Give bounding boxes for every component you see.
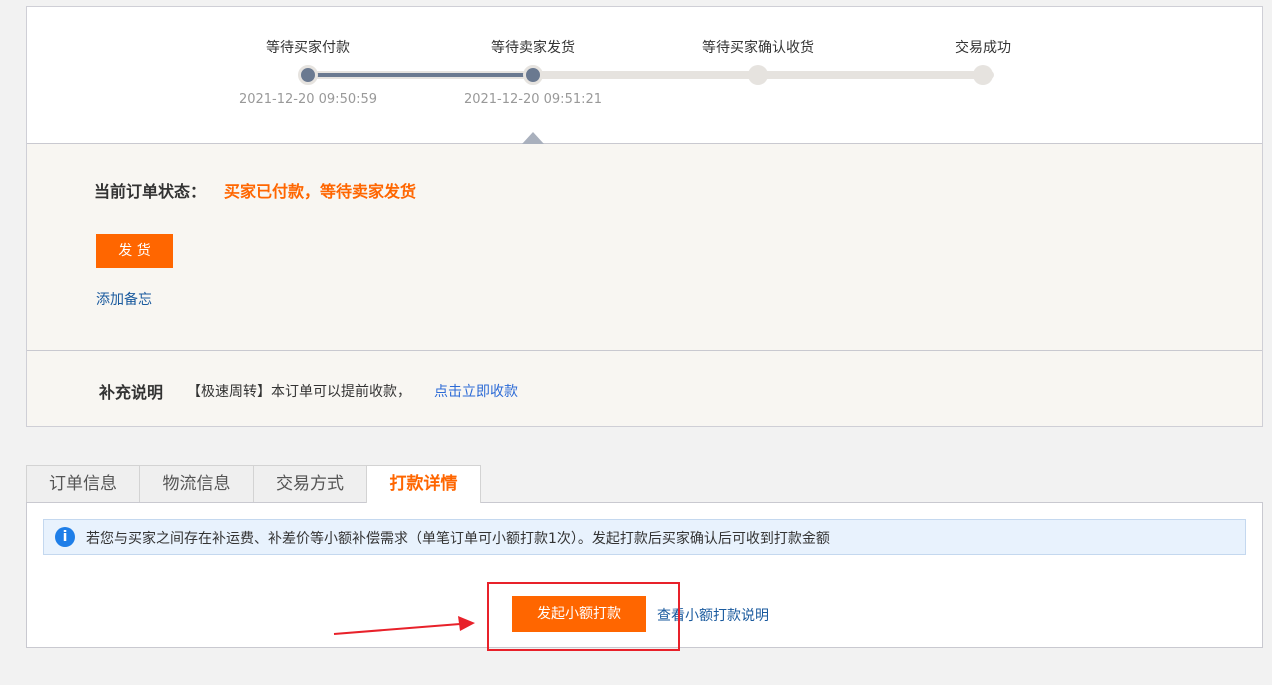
step-dot-done <box>298 65 318 85</box>
step-dot <box>748 65 768 85</box>
tab-payment-details[interactable]: 打款详情 <box>366 465 481 503</box>
status-section: 当前订单状态： 买家已付款，等待卖家发货 发 货 添加备忘 <box>27 144 1262 351</box>
annotation-arrow-icon <box>330 610 480 640</box>
add-memo-link[interactable]: 添加备忘 <box>96 289 152 309</box>
step-label: 交易成功 <box>955 37 1011 57</box>
ship-button[interactable]: 发 货 <box>96 234 173 268</box>
step-date: 2021-12-20 09:51:21 <box>464 92 602 107</box>
info-icon: i <box>55 527 75 547</box>
step-date: 2021-12-20 09:50:59 <box>239 92 377 107</box>
pointer-arrow <box>522 132 544 144</box>
note-title: 补充说明 <box>99 379 163 403</box>
step-dot <box>973 65 993 85</box>
note-text: 【极速周转】本订单可以提前收款， <box>187 381 411 401</box>
step-label: 等待卖家发货 <box>491 37 575 57</box>
status-value: 买家已付款，等待卖家发货 <box>224 178 416 202</box>
info-banner: i 若您与买家之间存在补运费、补差价等小额补偿需求（单笔订单可小额打款1次）。发… <box>43 519 1246 555</box>
tab-order-info[interactable]: 订单信息 <box>26 465 140 502</box>
highlight-box <box>487 582 680 651</box>
progress-section: 等待买家付款 等待卖家发货 等待买家确认收货 交易成功 2021-12-20 0… <box>27 7 1262 144</box>
instant-receive-link[interactable]: 点击立即收款 <box>434 381 518 401</box>
tab-logistics-info[interactable]: 物流信息 <box>139 465 254 502</box>
order-status-panel: 等待买家付款 等待卖家发货 等待买家确认收货 交易成功 2021-12-20 0… <box>26 6 1263 427</box>
progress-fill <box>308 73 533 77</box>
step-dot-done <box>523 65 543 85</box>
note-section: 补充说明 【极速周转】本订单可以提前收款， 点击立即收款 <box>27 351 1262 426</box>
status-label: 当前订单状态： <box>94 178 206 202</box>
info-text: 若您与买家之间存在补运费、补差价等小额补偿需求（单笔订单可小额打款1次）。发起打… <box>86 528 830 548</box>
step-label: 等待买家确认收货 <box>702 37 814 57</box>
tab-payment-method[interactable]: 交易方式 <box>253 465 367 502</box>
step-label: 等待买家付款 <box>266 37 350 57</box>
